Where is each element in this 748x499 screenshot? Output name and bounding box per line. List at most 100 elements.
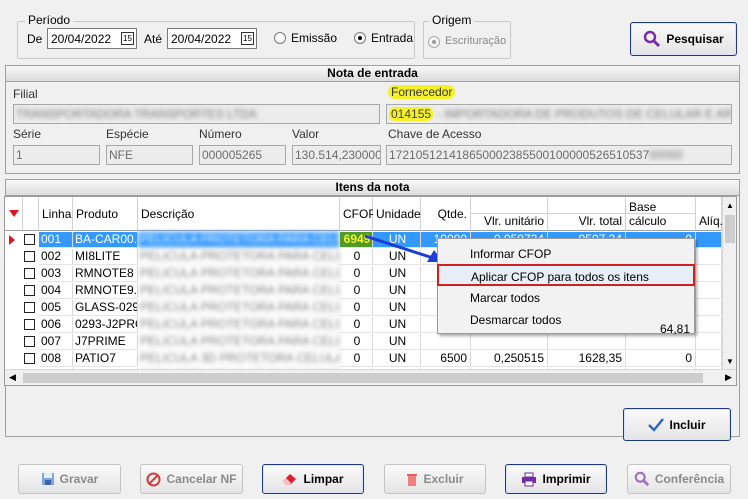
cell-descricao[interactable]: PELICULA PROTETORA PARA CELULAR <box>138 317 340 333</box>
cell-linha[interactable]: 003 <box>39 266 73 282</box>
cell-produto[interactable]: RMNOTE9... <box>73 283 138 299</box>
cell-unidade[interactable]: UN <box>373 283 421 299</box>
row-checkbox[interactable] <box>24 336 35 347</box>
cell-produto[interactable]: PATIO7 <box>73 351 138 367</box>
entrada-radio[interactable] <box>354 32 366 44</box>
sort-indicator-icon[interactable] <box>5 197 23 231</box>
cell-linha[interactable]: 002 <box>39 249 73 265</box>
cell-descricao[interactable]: PELICULA PROTETORA PARA CELULAR <box>138 385 340 386</box>
cell-aliq[interactable] <box>696 232 722 248</box>
valor-field[interactable]: 130.514,230000 <box>292 145 381 165</box>
cell-descricao[interactable]: PELICULA PROTETORA PARA CELULAR <box>138 300 340 316</box>
cell-vlr-total[interactable]: 651,34 <box>548 385 626 386</box>
cell-base[interactable] <box>626 334 696 350</box>
serie-field[interactable]: 1 <box>13 145 100 165</box>
cell-vlr-total[interactable] <box>548 334 626 350</box>
chave-field[interactable]: 172105121418650002385500100000526510537 … <box>386 145 732 165</box>
row-checkbox[interactable] <box>24 319 35 330</box>
cell-produto[interactable]: J7PRIME <box>73 334 138 350</box>
cell-produto[interactable]: MI8LITE <box>73 249 138 265</box>
row-checkbox[interactable] <box>24 302 35 313</box>
cell-base[interactable]: 0 <box>626 351 696 367</box>
cell-descricao[interactable]: PELICULA 3D PROTETORA CELULAR <box>138 351 340 367</box>
cell-descricao[interactable]: PELICULA PROTETORA PARA CELULAR <box>138 266 340 282</box>
vertical-scroll-thumb[interactable] <box>725 215 735 243</box>
cell-produto[interactable]: BA-CAR00... <box>73 232 138 248</box>
vertical-scrollbar[interactable]: ▲ ▼ <box>722 197 736 369</box>
row-checkbox[interactable] <box>24 285 35 296</box>
cell-linha[interactable]: 007 <box>39 334 73 350</box>
row-checkbox[interactable] <box>24 268 35 279</box>
fornecedor-field[interactable]: 014155 - IMPORTADORA DE PRODUTOS DE CELU… <box>386 104 732 124</box>
scroll-left-icon[interactable]: ◀ <box>9 372 16 383</box>
cell-linha[interactable]: 008 <box>39 351 73 367</box>
cell-vlr-unit[interactable] <box>471 334 548 350</box>
col-descricao[interactable]: Descrição <box>138 197 340 231</box>
scroll-right-icon[interactable]: ▶ <box>725 372 732 383</box>
table-row[interactable]: 007J7PRIMEPELICULA PROTETORA PARA CELULA… <box>5 334 736 350</box>
cell-qtde[interactable] <box>421 334 471 350</box>
cell-unidade[interactable]: UN <box>373 317 421 333</box>
menu-item-aplicar-cfop-todos[interactable]: Aplicar CFOP para todos os itens <box>437 264 695 286</box>
cell-unidade[interactable]: UN <box>373 300 421 316</box>
menu-item-marcar-todos[interactable]: Marcar todos <box>438 287 694 309</box>
cell-descricao[interactable]: PELICULA PROTETORA PARA CELULAR <box>138 334 340 350</box>
cell-qtde[interactable]: 2600 <box>421 385 471 386</box>
menu-item-informar-cfop[interactable]: Informar CFOP <box>438 243 694 265</box>
cell-aliq[interactable] <box>696 317 722 333</box>
horizontal-scrollbar[interactable]: ◀ ▶ <box>5 369 736 385</box>
cell-cfop[interactable]: 0 <box>340 317 373 333</box>
date-from-field[interactable]: 20/04/2022 15 <box>47 28 137 49</box>
cell-linha[interactable]: 001 <box>39 232 73 248</box>
cell-aliq[interactable] <box>696 249 722 265</box>
cell-linha[interactable]: 004 <box>39 283 73 299</box>
cell-aliq[interactable] <box>696 266 722 282</box>
especie-field[interactable]: NFE <box>106 145 193 165</box>
cell-vlr-unit[interactable]: 0,250516 <box>471 385 548 386</box>
cell-produto[interactable]: MTG9PO... <box>73 385 138 386</box>
cell-cfop[interactable]: 0 <box>340 385 373 386</box>
col-linha[interactable]: Linha <box>39 197 73 231</box>
cell-produto[interactable]: GLASS-0293 <box>73 300 138 316</box>
date-to-field[interactable]: 20/04/2022 15 <box>167 28 257 49</box>
cell-aliq[interactable] <box>696 385 722 386</box>
cell-cfop[interactable]: 0 <box>340 283 373 299</box>
cell-cfop[interactable]: 0 <box>340 334 373 350</box>
cell-unidade[interactable]: UN <box>373 385 421 386</box>
imprimir-button[interactable]: Imprimir <box>505 464 607 494</box>
calendar-icon[interactable]: 15 <box>241 32 254 45</box>
escrituracao-radio[interactable] <box>428 36 440 48</box>
cell-unidade[interactable]: UN <box>373 266 421 282</box>
row-checkbox[interactable] <box>24 353 35 364</box>
cell-cfop[interactable]: 0 <box>340 300 373 316</box>
cell-descricao[interactable]: PELICULA PROTETORA PARA CELULAR <box>138 283 340 299</box>
numero-field[interactable]: 000005265 <box>199 145 286 165</box>
row-checkbox[interactable] <box>24 251 35 262</box>
filial-field[interactable]: TRANSPORTADORA TRANSPORTES LTDA <box>13 104 380 124</box>
pesquisar-button[interactable]: Pesquisar <box>630 22 737 56</box>
col-produto[interactable]: Produto <box>73 197 138 231</box>
cell-cfop[interactable]: 0 <box>340 351 373 367</box>
cell-vlr-unit[interactable]: 0,250515 <box>471 351 548 367</box>
calendar-icon[interactable]: 15 <box>121 32 134 45</box>
cell-linha[interactable]: 010 <box>39 385 73 386</box>
excluir-button[interactable]: Excluir <box>384 464 486 494</box>
cell-linha[interactable]: 005 <box>39 300 73 316</box>
scroll-up-icon[interactable]: ▲ <box>726 201 734 210</box>
cell-cfop[interactable]: 0 <box>340 266 373 282</box>
cell-unidade[interactable]: UN <box>373 351 421 367</box>
row-checkbox[interactable] <box>24 234 35 245</box>
emissao-radio[interactable] <box>274 32 286 44</box>
cell-aliq[interactable] <box>696 283 722 299</box>
cell-unidade[interactable]: UN <box>373 334 421 350</box>
col-qtde[interactable]: Qtde. <box>421 197 471 231</box>
col-aliq[interactable]: Alíq. <box>696 197 723 231</box>
cell-produto[interactable]: RMNOTE8 <box>73 266 138 282</box>
cell-aliq[interactable] <box>696 300 722 316</box>
cell-vlr-total[interactable]: 1628,35 <box>548 351 626 367</box>
menu-item-desmarcar-todos[interactable]: Desmarcar todos <box>438 309 694 331</box>
scroll-down-icon[interactable]: ▼ <box>726 357 734 366</box>
cell-descricao[interactable]: PELICULA PROTETORA PARA CELULAR <box>138 249 340 265</box>
cell-linha[interactable]: 006 <box>39 317 73 333</box>
gravar-button[interactable]: Gravar <box>18 464 121 494</box>
